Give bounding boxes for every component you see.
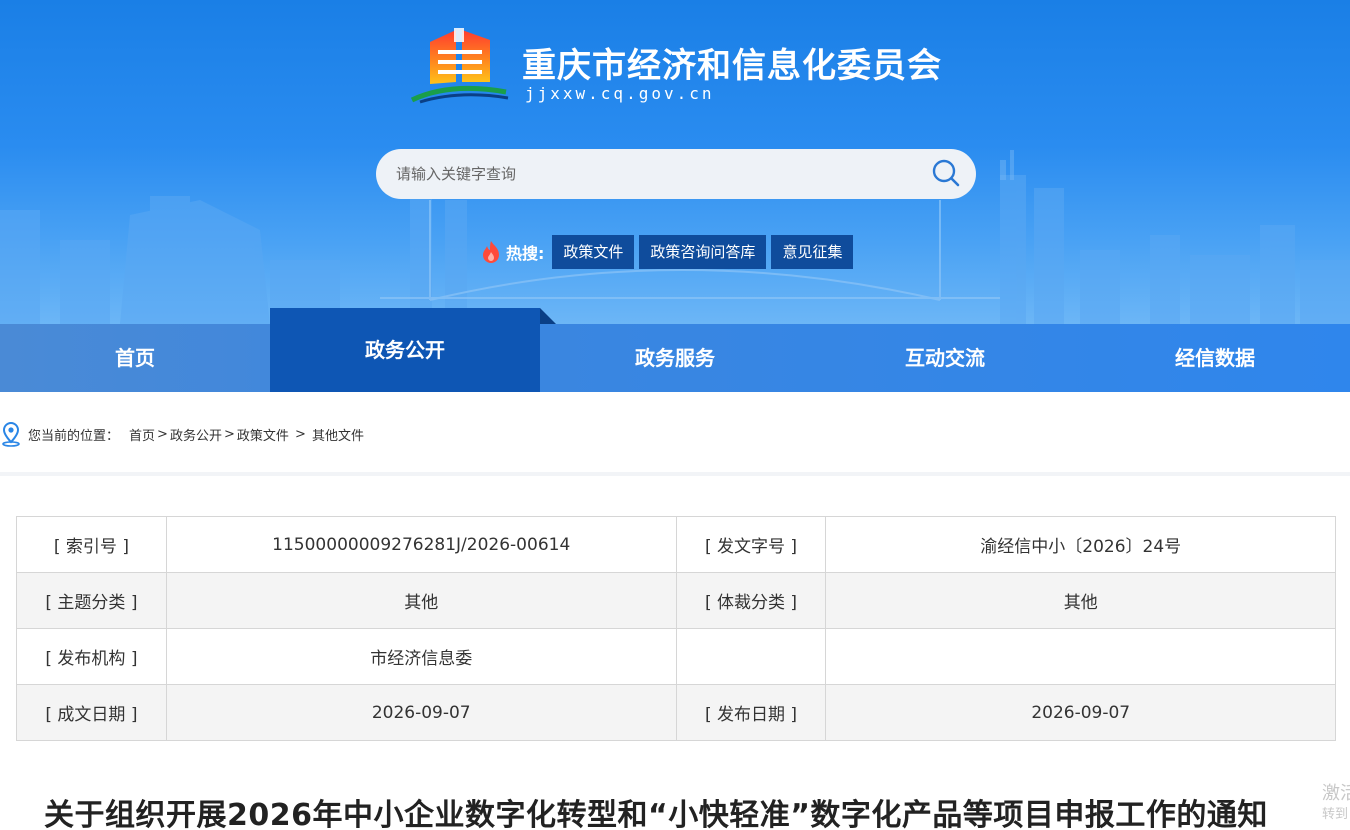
- site-title: 重庆市经济和信息化委员会: [522, 46, 942, 86]
- meta-value-doc-no: 渝经信中小〔2026〕24号: [825, 516, 1336, 573]
- nav-item-gov-affairs-open[interactable]: 政务公开: [270, 308, 540, 392]
- meta-label-doc-no: [ 发文字号 ]: [675, 516, 827, 573]
- meta-value-topic: 其他: [165, 572, 677, 629]
- nav-item-data[interactable]: 经信数据: [1080, 324, 1350, 392]
- hot-search: 热搜: 政策文件 政策咨询问答库 意见征集: [480, 235, 858, 269]
- document-meta-table: [ 索引号 ] 11500000009276281J/2026-00614 [ …: [16, 516, 1336, 741]
- table-row: [ 成文日期 ] 2026-09-07 [ 发布日期 ] 2026-09-07: [16, 684, 1336, 741]
- meta-label-publish-date: [ 发布日期 ]: [675, 684, 827, 741]
- breadcrumb-gov-affairs[interactable]: 政务公开: [170, 425, 222, 444]
- table-row: [ 主题分类 ] 其他 [ 体裁分类 ] 其他: [16, 572, 1336, 629]
- meta-label-genre: [ 体裁分类 ]: [675, 572, 827, 629]
- meta-value-publish-date: 2026-09-07: [825, 684, 1336, 741]
- meta-value-index-no: 11500000009276281J/2026-00614: [165, 516, 677, 573]
- breadcrumb-home[interactable]: 首页: [129, 425, 155, 444]
- fire-icon: [483, 241, 499, 263]
- nav-item-home[interactable]: 首页: [0, 324, 270, 392]
- breadcrumb-prefix: 您当前的位置：: [28, 428, 120, 444]
- nav-item-gov-service[interactable]: 政务服务: [540, 324, 810, 392]
- hot-tag-opinion[interactable]: 意见征集: [771, 235, 854, 269]
- search-input[interactable]: [376, 149, 916, 199]
- nav-active-fold: [540, 308, 556, 324]
- site-domain: jjxxw.cq.gov.cn: [525, 84, 715, 103]
- meta-value-publisher: 市经济信息委: [165, 628, 677, 685]
- search-button[interactable]: [926, 154, 966, 194]
- meta-value-empty: [825, 628, 1336, 685]
- activation-watermark: 激活 转到: [1322, 782, 1350, 824]
- meta-value-written-date: 2026-09-07: [165, 684, 677, 741]
- meta-label-publisher: [ 发布机构 ]: [16, 628, 167, 685]
- breadcrumb-policy-files[interactable]: 政策文件: [237, 425, 289, 444]
- header-banner: 重庆市经济和信息化委员会 jjxxw.cq.gov.cn 热搜: 政策文件 政策…: [0, 0, 1350, 324]
- meta-label-topic: [ 主题分类 ]: [16, 572, 167, 629]
- watermark-line1: 激活: [1322, 783, 1350, 804]
- city-hall-logo-icon: [410, 28, 509, 104]
- breadcrumb-separator: >: [290, 426, 311, 442]
- meta-value-genre: 其他: [825, 572, 1336, 629]
- hot-tag-policy-qa[interactable]: 政策咨询问答库: [639, 235, 767, 269]
- breadcrumb-other-files[interactable]: 其他文件: [312, 425, 364, 444]
- article-title: 关于组织开展2026年中小企业数字化转型和“小快轻准”数字化产品等项目申报工作的…: [44, 798, 1268, 830]
- nav-item-interaction[interactable]: 互动交流: [810, 324, 1080, 392]
- search-bar: [376, 149, 976, 199]
- meta-label-written-date: [ 成文日期 ]: [16, 684, 167, 741]
- hot-search-label: 热搜:: [506, 244, 545, 263]
- breadcrumb-separator: >: [157, 426, 168, 442]
- breadcrumb-separator: >: [223, 426, 235, 442]
- table-row: [ 索引号 ] 11500000009276281J/2026-00614 [ …: [16, 516, 1336, 573]
- table-row: [ 发布机构 ] 市经济信息委: [16, 628, 1336, 685]
- watermark-line2: 转到: [1322, 807, 1349, 822]
- meta-label-index-no: [ 索引号 ]: [16, 516, 167, 573]
- breadcrumb: 您当前的位置： 首页 > 政务公开 > 政策文件 > 其他文件: [0, 420, 364, 448]
- location-pin-icon: [2, 421, 20, 447]
- hot-tag-policy-files[interactable]: 政策文件: [552, 235, 635, 269]
- section-divider: [0, 472, 1350, 476]
- search-icon: [932, 159, 960, 186]
- site-logo[interactable]: 重庆市经济和信息化委员会 jjxxw.cq.gov.cn: [410, 24, 950, 108]
- meta-label-empty: [675, 628, 827, 685]
